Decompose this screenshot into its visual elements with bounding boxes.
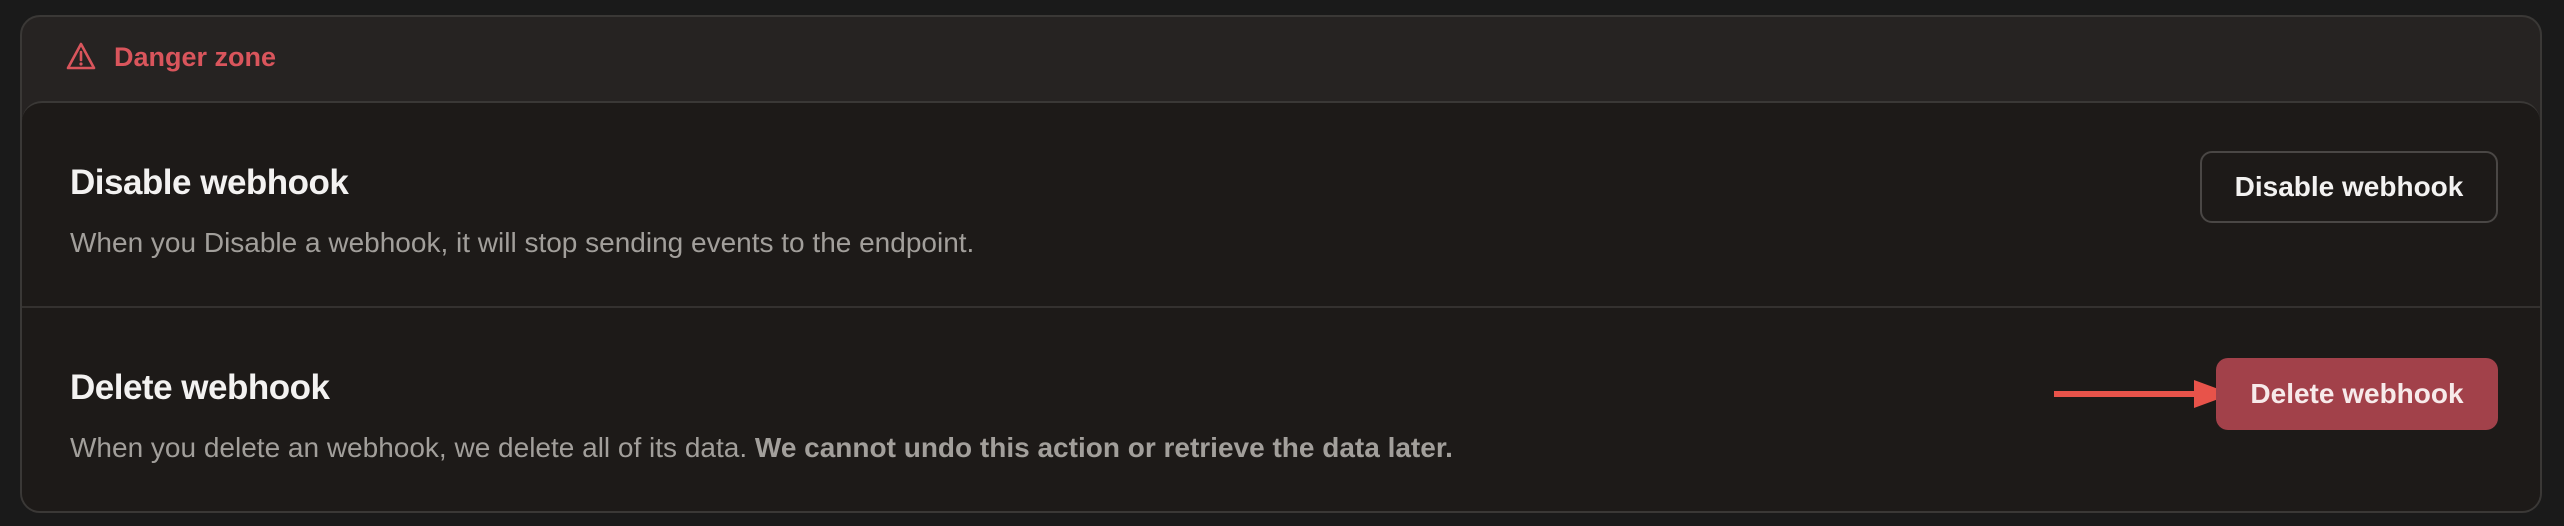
disable-webhook-title: Disable webhook — [70, 163, 349, 202]
delete-webhook-title: Delete webhook — [70, 368, 330, 407]
pointer-arrow-icon — [2054, 380, 2232, 408]
delete-webhook-section: Delete webhook When you delete an webhoo… — [22, 308, 2540, 511]
disable-webhook-section: Disable webhook When you Disable a webho… — [22, 103, 2540, 308]
delete-description-warning: We cannot undo this action or retrieve t… — [754, 432, 1453, 463]
disable-webhook-description: When you Disable a webhook, it will stop… — [70, 227, 975, 258]
warning-triangle-icon — [64, 39, 98, 73]
delete-description-text: When you delete an webhook, we delete al… — [70, 432, 755, 463]
delete-webhook-button[interactable]: Delete webhook — [2216, 358, 2498, 430]
danger-zone-header: Danger zone — [22, 17, 2540, 101]
disable-webhook-button[interactable]: Disable webhook — [2200, 151, 2498, 223]
danger-zone-title: Danger zone — [114, 41, 277, 72]
delete-webhook-description: When you delete an webhook, we delete al… — [70, 432, 1453, 464]
danger-zone-body: Disable webhook When you Disable a webho… — [22, 101, 2540, 511]
danger-zone-panel: Danger zone Disable webhook When you Dis… — [20, 15, 2542, 513]
